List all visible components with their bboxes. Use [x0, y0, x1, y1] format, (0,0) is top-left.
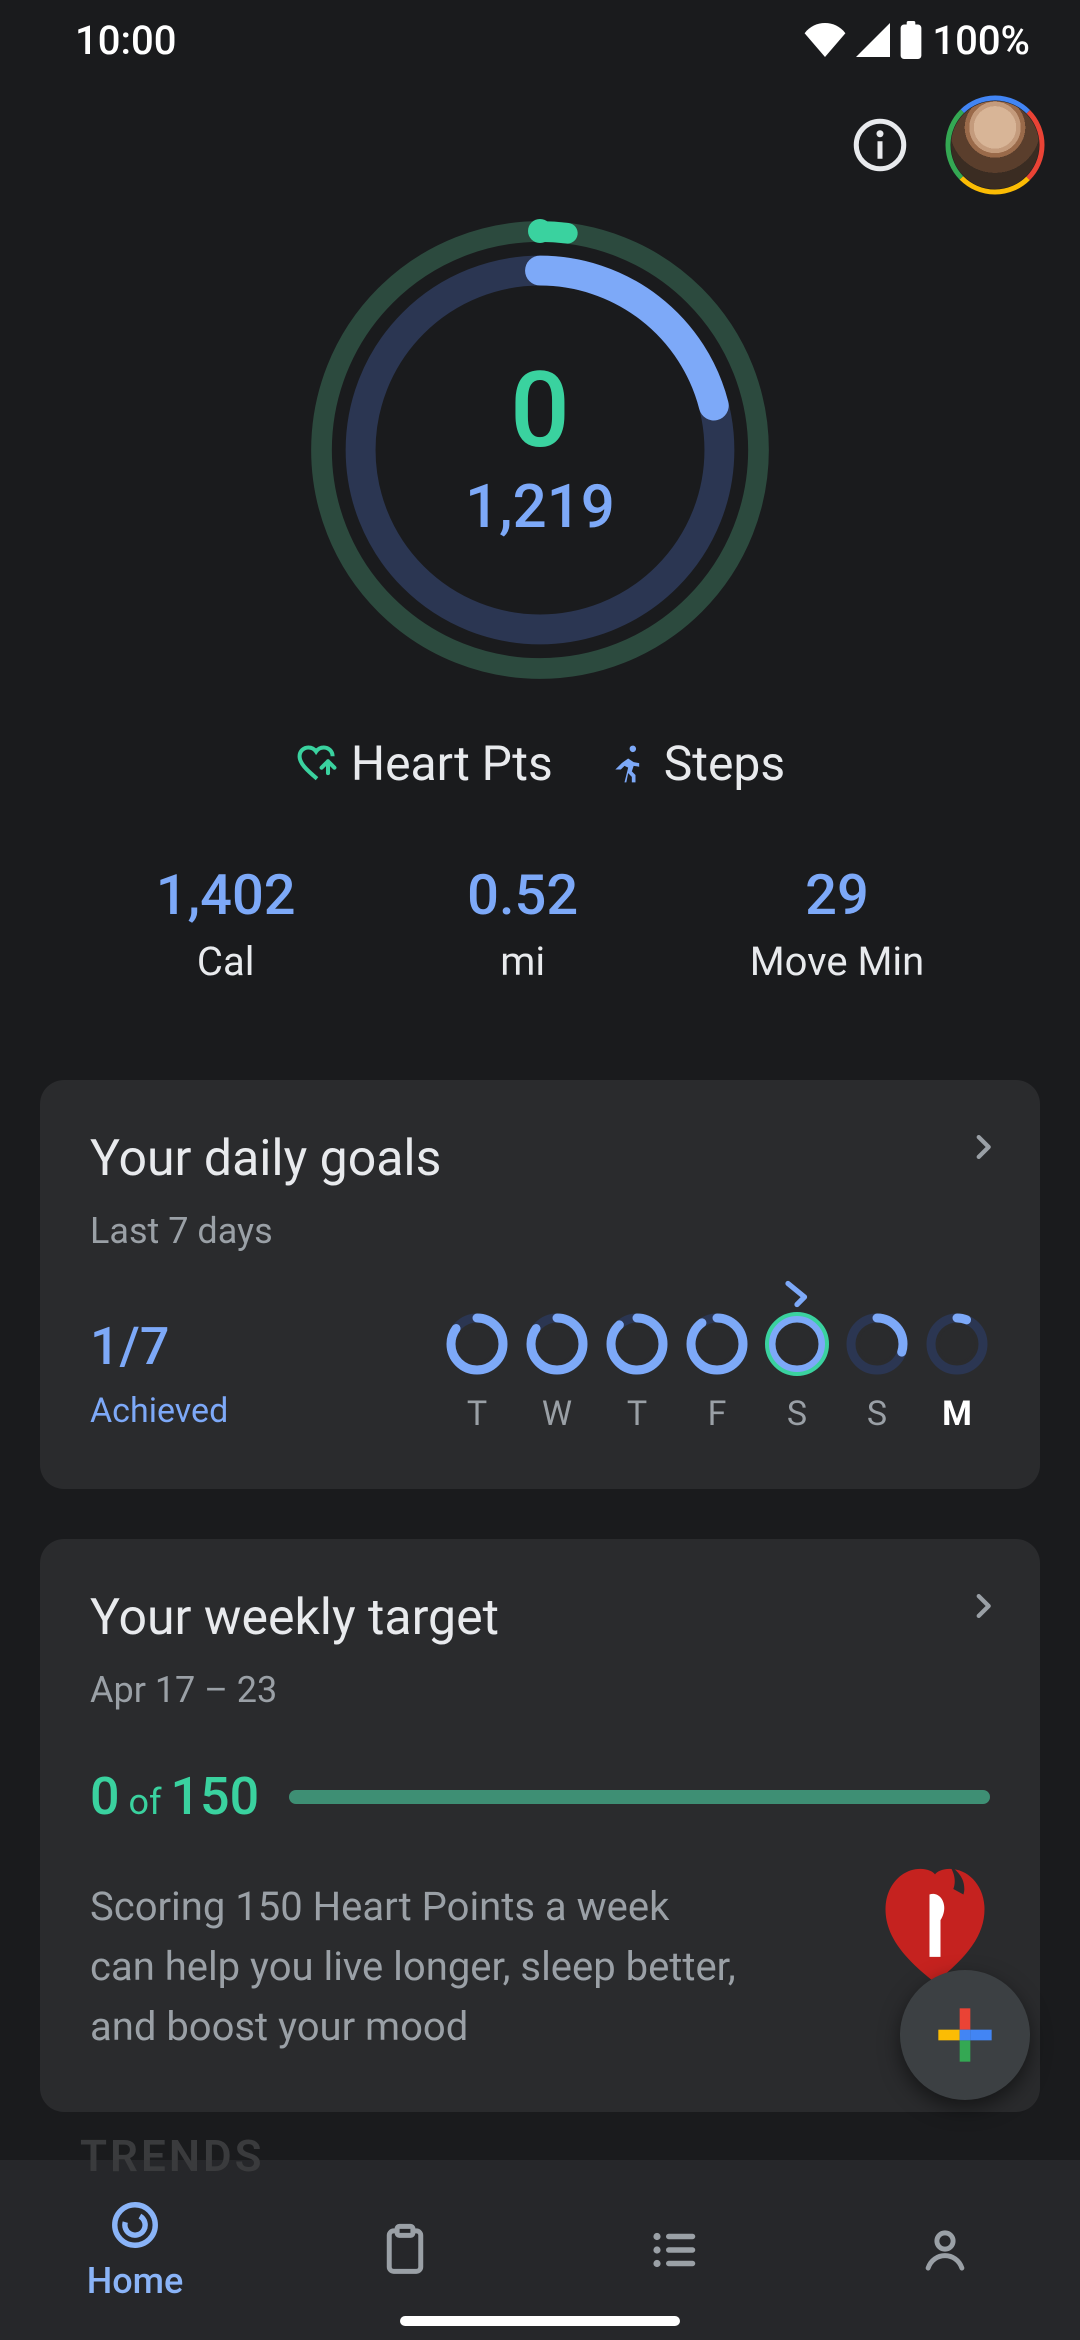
daily-goals-subtitle: Last 7 days	[90, 1210, 990, 1252]
stat-distance[interactable]: 0.52 mi	[467, 862, 578, 985]
nav-home[interactable]: Home	[0, 2160, 270, 2340]
battery-percent: 100%	[932, 17, 1030, 64]
day-circle: S	[764, 1312, 830, 1434]
steps-icon	[608, 742, 652, 786]
stat-mi-label: mi	[467, 938, 578, 985]
day-label: W	[542, 1394, 572, 1434]
info-button[interactable]	[850, 115, 910, 175]
stat-move-label: Move Min	[750, 938, 924, 985]
day-label: S	[867, 1394, 887, 1434]
day-label: F	[708, 1394, 727, 1434]
weekly-target-card[interactable]: Your weekly target Apr 17 – 23 0 of 150 …	[40, 1539, 1040, 2112]
weekly-description: Scoring 150 Heart Points a week can help…	[90, 1877, 740, 2057]
nav-profile[interactable]	[810, 2160, 1080, 2340]
plus-icon	[933, 2003, 997, 2067]
day-circle: W	[524, 1312, 590, 1434]
status-time: 10:00	[75, 17, 176, 64]
profile-avatar[interactable]	[945, 95, 1045, 195]
list-icon	[648, 2223, 702, 2277]
status-bar: 10:00 100%	[0, 0, 1080, 80]
daily-goals-days: TWTFSSM	[444, 1312, 990, 1434]
daily-goals-fraction: 1/7	[90, 1316, 228, 1377]
chevron-right-icon	[966, 1589, 1000, 1627]
day-circle: T	[604, 1312, 670, 1434]
heart-icon	[295, 742, 339, 786]
stat-calories[interactable]: 1,402 Cal	[156, 862, 296, 985]
stat-cal-label: Cal	[156, 938, 296, 985]
stat-move-value: 29	[750, 862, 924, 928]
ring-legend: Heart Pts Steps	[40, 735, 1040, 792]
chevron-right-icon	[966, 1130, 1000, 1168]
day-label: M	[942, 1394, 972, 1434]
stat-move-minutes[interactable]: 29 Move Min	[750, 862, 924, 985]
stat-mi-value: 0.52	[467, 862, 578, 928]
trends-heading-ghost: TRENDS	[80, 2130, 264, 2182]
weekly-score: 0 of 150	[90, 1766, 259, 1827]
daily-goals-achieved-label: Achieved	[90, 1391, 228, 1431]
day-circle: T	[444, 1312, 510, 1434]
bottom-nav: Home	[0, 2160, 1080, 2340]
nav-journal[interactable]	[270, 2160, 540, 2340]
day-label: S	[787, 1394, 807, 1434]
weekly-title: Your weekly target	[90, 1589, 990, 1647]
status-icons: 100%	[804, 17, 1030, 64]
cellular-icon	[856, 23, 890, 57]
nav-home-label: Home	[87, 2260, 184, 2302]
weekly-subtitle: Apr 17 – 23	[90, 1669, 990, 1711]
daily-goals-card[interactable]: Your daily goals Last 7 days 1/7 Achieve…	[40, 1080, 1040, 1489]
add-fab[interactable]	[900, 1970, 1030, 2100]
day-label: T	[467, 1394, 487, 1434]
clipboard-icon	[378, 2223, 432, 2277]
daily-goals-title: Your daily goals	[90, 1130, 990, 1188]
activity-rings[interactable]: 0 1,219	[310, 220, 770, 680]
home-icon	[108, 2198, 162, 2252]
heart-points-value: 0	[510, 358, 570, 463]
nav-browse[interactable]	[540, 2160, 810, 2340]
top-actions	[0, 80, 1080, 210]
person-icon	[918, 2223, 972, 2277]
check-icon	[779, 1276, 815, 1316]
legend-heart[interactable]: Heart Pts	[295, 735, 553, 792]
stat-cal-value: 1,402	[156, 862, 296, 928]
steps-value: 1,219	[465, 471, 615, 542]
legend-steps-label: Steps	[664, 735, 785, 792]
avatar-image	[951, 101, 1039, 189]
weekly-progress-bar	[289, 1790, 990, 1804]
day-circle: M	[924, 1312, 990, 1434]
wifi-icon	[804, 23, 846, 57]
day-circle: S	[844, 1312, 910, 1434]
day-label: T	[627, 1394, 647, 1434]
gesture-bar[interactable]	[400, 2316, 680, 2326]
battery-icon	[900, 21, 922, 59]
legend-steps[interactable]: Steps	[608, 735, 785, 792]
legend-heart-label: Heart Pts	[351, 735, 553, 792]
day-circle: F	[684, 1312, 750, 1434]
